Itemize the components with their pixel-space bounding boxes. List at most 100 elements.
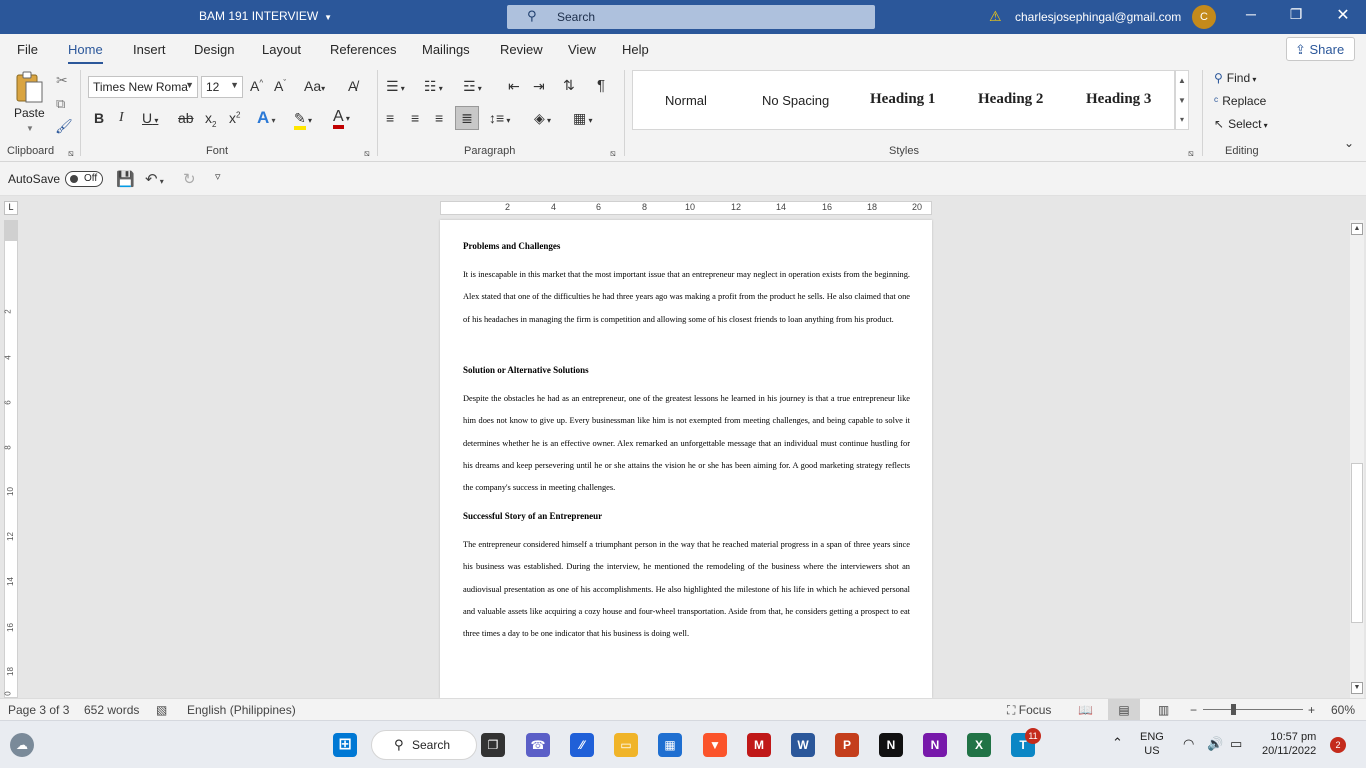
task-view-icon[interactable]: ❐ xyxy=(481,733,505,757)
taskbar-search[interactable]: ⚲ Search xyxy=(371,730,477,760)
tab-file[interactable]: File xyxy=(17,42,38,57)
shrink-font-icon[interactable]: Aˇ xyxy=(274,78,286,94)
multilevel-list-icon[interactable]: ☲ ▾ xyxy=(463,78,482,95)
scrollbar-thumb[interactable] xyxy=(1351,463,1363,623)
text-effects-icon[interactable]: A ▾ xyxy=(257,108,276,128)
zoom-out-icon[interactable]: − xyxy=(1190,703,1197,717)
language-status[interactable]: English (Philippines) xyxy=(187,703,296,717)
customize-qat-icon[interactable]: ▿ xyxy=(215,170,221,183)
zoom-level[interactable]: 60% xyxy=(1331,703,1355,717)
teams-chat-icon[interactable]: ☎ xyxy=(526,733,550,757)
dialog-launcher-icon[interactable]: ⧅ xyxy=(1188,148,1194,159)
tab-layout[interactable]: Layout xyxy=(262,42,301,57)
zoom-slider-thumb[interactable] xyxy=(1231,704,1236,715)
change-case-icon[interactable]: Aa▾ xyxy=(304,78,325,94)
store-icon[interactable]: ▦ xyxy=(658,733,682,757)
word-icon[interactable]: W xyxy=(791,733,815,757)
align-right-icon[interactable]: ≡ xyxy=(435,110,443,126)
read-mode-icon[interactable]: 📖 xyxy=(1078,703,1093,717)
numbering-icon[interactable]: ☷ ▾ xyxy=(424,78,443,95)
dialog-launcher-icon[interactable]: ⧅ xyxy=(610,148,616,159)
proofing-icon[interactable]: ▧ xyxy=(156,703,167,717)
input-language[interactable]: ENG US xyxy=(1140,730,1164,758)
horizontal-ruler[interactable]: 2 4 6 8 10 12 14 16 18 20 xyxy=(440,201,932,215)
tab-insert[interactable]: Insert xyxy=(133,42,166,57)
style-heading-2[interactable]: Heading 2 xyxy=(978,91,1043,108)
dialog-launcher-icon[interactable]: ⧅ xyxy=(364,148,370,159)
avatar[interactable]: C xyxy=(1192,5,1216,29)
restore-button[interactable]: ❐ xyxy=(1281,6,1311,23)
subscript-icon[interactable]: x2 xyxy=(205,110,216,129)
scroll-up-icon[interactable]: ▲ xyxy=(1176,71,1188,91)
align-left-icon[interactable]: ≡ xyxy=(386,110,394,126)
wifi-icon[interactable]: ◠ xyxy=(1183,736,1194,752)
tab-selector[interactable]: L xyxy=(4,201,18,215)
tab-design[interactable]: Design xyxy=(194,42,234,57)
document-page[interactable]: Problems and Challenges It is inescapabl… xyxy=(440,220,932,698)
excel-icon[interactable]: X xyxy=(967,733,991,757)
format-painter-icon[interactable]: 🖌 xyxy=(55,118,73,135)
strikethrough-icon[interactable]: ab xyxy=(178,110,194,126)
replace-button[interactable]: ᶜ Replace xyxy=(1214,94,1266,108)
style-no-spacing[interactable]: No Spacing xyxy=(762,93,829,108)
notification-badge[interactable]: 2 xyxy=(1330,737,1346,753)
zoom-in-icon[interactable]: + xyxy=(1308,703,1315,717)
page-count[interactable]: Page 3 of 3 xyxy=(8,703,69,717)
vertical-ruler[interactable]: 2 4 6 8 10 12 14 16 18 0 xyxy=(4,220,18,698)
tab-mailings[interactable]: Mailings xyxy=(422,42,470,57)
undo-icon[interactable]: ↶ ▾ xyxy=(145,170,164,188)
grow-font-icon[interactable]: A^ xyxy=(250,78,263,94)
clock[interactable]: 10:57 pm 20/11/2022 xyxy=(1262,730,1316,758)
scroll-down-icon[interactable]: ▼ xyxy=(1351,682,1363,694)
increase-indent-icon[interactable]: ⇥ xyxy=(533,78,545,95)
tab-view[interactable]: View xyxy=(568,42,596,57)
more-styles-icon[interactable]: ▾ xyxy=(1176,111,1188,129)
italic-icon[interactable]: I xyxy=(119,110,124,126)
print-layout-icon[interactable]: ▤ xyxy=(1108,699,1140,720)
notion-icon[interactable]: N xyxy=(879,733,903,757)
show-formatting-icon[interactable]: ¶ xyxy=(597,77,605,94)
volume-icon[interactable]: 🔊 xyxy=(1207,736,1223,752)
font-size-combo[interactable]: 12 ▼ xyxy=(201,76,243,98)
scroll-up-icon[interactable]: ▲ xyxy=(1351,223,1363,235)
style-heading-1[interactable]: Heading 1 xyxy=(870,91,935,108)
redo-icon[interactable]: ↻ xyxy=(183,170,196,188)
tab-home[interactable]: Home xyxy=(68,42,103,65)
clear-formatting-icon[interactable]: A̸ xyxy=(348,78,357,94)
collapse-ribbon-icon[interactable]: ⌄ xyxy=(1344,136,1354,150)
superscript-icon[interactable]: x2 xyxy=(229,110,240,126)
autosave-toggle[interactable]: Off xyxy=(65,171,103,187)
justify-icon[interactable]: ≣ xyxy=(455,106,479,130)
file-explorer-icon[interactable]: ▭ xyxy=(614,733,638,757)
copy-icon[interactable]: ⧉ xyxy=(56,96,65,112)
styles-scroll[interactable]: ▲ ▼ ▾ xyxy=(1175,70,1189,130)
minimize-button[interactable]: ─ xyxy=(1236,6,1266,22)
scroll-down-icon[interactable]: ▼ xyxy=(1176,91,1188,111)
bullets-icon[interactable]: ☰ ▾ xyxy=(386,78,405,95)
font-name-combo[interactable]: Times New Roma ▼ xyxy=(88,76,198,98)
web-layout-icon[interactable]: ▥ xyxy=(1158,703,1169,717)
vertical-scrollbar[interactable]: ▲ ▼ xyxy=(1350,220,1364,698)
align-center-icon[interactable]: ≡ xyxy=(411,110,419,126)
share-button[interactable]: ⇪ Share xyxy=(1286,37,1355,61)
tab-review[interactable]: Review xyxy=(500,42,543,57)
app-icon[interactable]: ⁄⁄ xyxy=(570,733,594,757)
style-heading-3[interactable]: Heading 3 xyxy=(1086,91,1151,108)
tab-references[interactable]: References xyxy=(330,42,396,57)
word-count[interactable]: 652 words xyxy=(84,703,139,717)
select-button[interactable]: ↖ Select ▾ xyxy=(1214,117,1268,131)
sort-icon[interactable]: ⇅ xyxy=(563,77,575,94)
brave-icon[interactable]: ▼ xyxy=(703,733,727,757)
start-icon[interactable]: ⊞ xyxy=(333,733,357,757)
focus-button[interactable]: ⛶ Focus xyxy=(1007,703,1051,718)
dialog-launcher-icon[interactable]: ⧅ xyxy=(68,148,74,159)
close-button[interactable]: ✕ xyxy=(1328,5,1358,25)
zoom-slider[interactable] xyxy=(1203,709,1303,710)
mcafee-icon[interactable]: M xyxy=(747,733,771,757)
powerpoint-icon[interactable]: P xyxy=(835,733,859,757)
decrease-indent-icon[interactable]: ⇤ xyxy=(508,78,520,95)
line-spacing-icon[interactable]: ↕≡ ▾ xyxy=(489,110,510,126)
borders-icon[interactable]: ▦ ▾ xyxy=(573,110,592,127)
onenote-icon[interactable]: N xyxy=(923,733,947,757)
style-normal[interactable]: Normal xyxy=(665,93,707,108)
